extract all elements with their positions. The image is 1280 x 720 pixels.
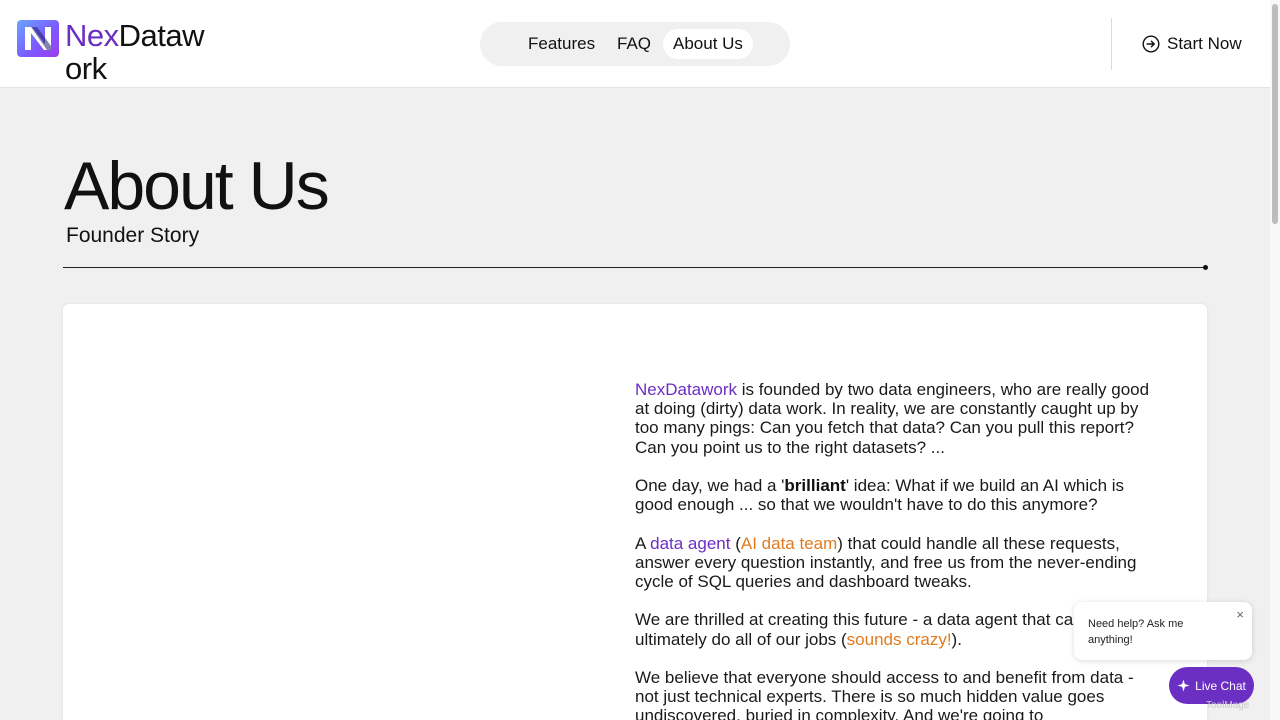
page-title: About Us: [64, 148, 330, 224]
logo-icon[interactable]: [17, 20, 59, 57]
story-paragraph: We believe that everyone should access t…: [635, 667, 1134, 720]
logo-wordmark[interactable]: NexDatawork: [65, 19, 215, 85]
story-paragraph: One day, we had a 'brilliant' idea: What…: [635, 476, 1125, 515]
start-now-button[interactable]: Start Now: [1142, 32, 1242, 56]
nav-faq[interactable]: FAQ: [607, 29, 661, 59]
site-header: NexDatawork Features FAQ About Us Start …: [0, 0, 1270, 88]
chat-prompt-bubble[interactable]: Need help? Ask me anything! ×: [1074, 602, 1252, 660]
scrollbar[interactable]: [1270, 0, 1280, 720]
watermark: ToolMage: [1206, 700, 1250, 711]
story-paragraph: NexDatawork is founded by two data engin…: [635, 380, 1150, 457]
header-divider: [1111, 18, 1112, 70]
arrow-circle-right-icon: [1142, 35, 1160, 53]
nav-features[interactable]: Features: [518, 29, 605, 59]
main-nav: Features FAQ About Us: [480, 22, 790, 66]
scrollbar-thumb[interactable]: [1272, 4, 1278, 224]
start-now-label: Start Now: [1167, 34, 1242, 53]
nav-about-us[interactable]: About Us: [663, 29, 753, 59]
founder-story-card: NexDatawork is founded by two data engin…: [63, 304, 1207, 720]
sparkle-icon: [1177, 679, 1190, 692]
story-paragraph: A data agent (AI data team) that could h…: [635, 533, 1137, 591]
page-subtitle: Founder Story: [66, 224, 200, 247]
founder-story-text: NexDatawork is founded by two data engin…: [635, 380, 1155, 720]
live-chat-button[interactable]: Live Chat: [1169, 667, 1254, 704]
close-icon[interactable]: ×: [1236, 607, 1244, 622]
live-chat-label: Live Chat: [1195, 678, 1246, 693]
divider-line: [63, 267, 1205, 268]
divider-dot: [1203, 265, 1208, 270]
chat-prompt-text: Need help? Ask me anything!: [1088, 618, 1184, 646]
